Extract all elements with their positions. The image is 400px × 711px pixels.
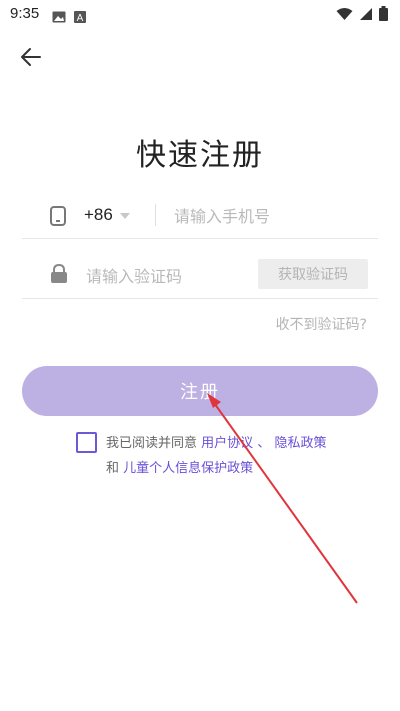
get-code-button[interactable]: 获取验证码 xyxy=(258,259,368,289)
page-title: 快速注册 xyxy=(136,138,264,173)
agreement-and: 和 xyxy=(106,461,120,476)
status-left-icons: A xyxy=(52,8,86,27)
child-policy-link[interactable]: 儿童个人信息保护政策 xyxy=(123,461,253,476)
svg-text:A: A xyxy=(77,13,84,23)
phone-input[interactable] xyxy=(172,201,376,231)
lock-icon xyxy=(50,263,68,288)
register-screen: 9:35 A 快速注册 +86 请输入手机号 请输入验证码 获取验证码 收不到验… xyxy=(0,0,400,711)
agreement-prefix: 我已阅读并同意 xyxy=(106,436,198,451)
status-right-icons xyxy=(336,6,388,25)
status-bar: 9:35 A xyxy=(0,0,400,28)
phone-row: +86 xyxy=(22,196,378,239)
phone-icon xyxy=(50,206,66,230)
battery-icon xyxy=(379,6,388,25)
user-agreement-link[interactable]: 用户协议 xyxy=(201,436,253,451)
privacy-policy-link[interactable]: 隐私政策 xyxy=(274,436,326,451)
wifi-icon xyxy=(336,6,353,25)
register-button[interactable]: 注册 xyxy=(22,366,378,416)
divider xyxy=(155,204,156,226)
country-code-selector[interactable]: +86 xyxy=(84,205,113,225)
gallery-icon xyxy=(52,8,66,27)
cellular-icon xyxy=(359,6,373,25)
back-button[interactable] xyxy=(16,44,46,74)
keyboard-a-icon: A xyxy=(74,8,86,27)
annotation-arrow xyxy=(207,393,358,604)
code-row: 获取验证码 xyxy=(22,252,378,299)
chevron-down-icon[interactable] xyxy=(120,213,130,219)
agreement-separator: 、 xyxy=(257,436,271,451)
verification-code-input[interactable] xyxy=(84,261,248,291)
agreement-line-2: 和 儿童个人信息保护政策 xyxy=(106,457,253,476)
arrow-left-icon xyxy=(20,46,42,72)
no-code-link[interactable]: 收不到验证码? xyxy=(276,314,367,334)
agreement-checkbox[interactable] xyxy=(76,432,97,453)
agreement-line-1: 我已阅读并同意 用户协议 、 隐私政策 xyxy=(106,432,326,451)
status-time: 9:35 xyxy=(10,5,40,22)
